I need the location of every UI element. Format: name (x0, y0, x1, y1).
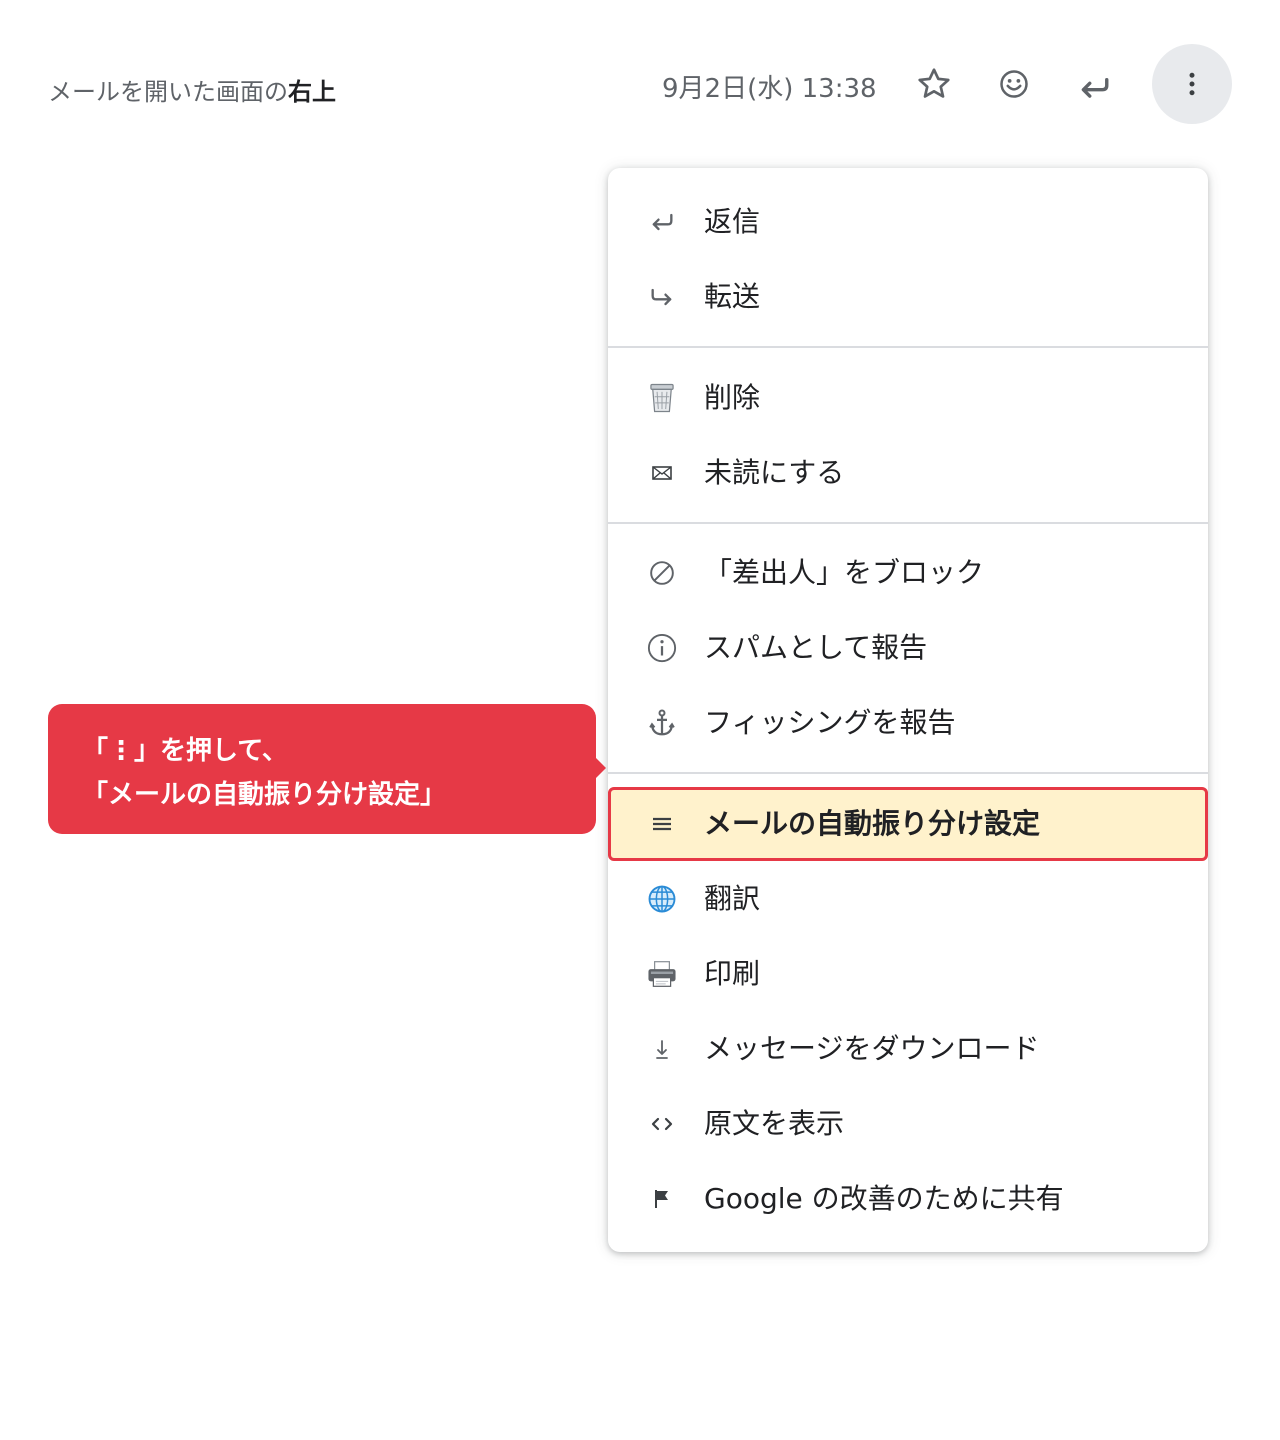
menu-item-label: スパムとして報告 (704, 631, 928, 664)
callout-line-1: 「⋮」を押して、 (82, 736, 288, 766)
code-icon (642, 1104, 682, 1144)
menu-divider (608, 346, 1208, 348)
info-icon (642, 628, 682, 668)
more-options-menu: 返信 転送 削除 未読にする 「差出人」をブロック スパムとして報告 フィッシン… (608, 168, 1208, 1252)
menu-item-label: 原文を表示 (704, 1107, 845, 1140)
download-icon (642, 1029, 682, 1069)
menu-item-label: 転送 (704, 280, 761, 313)
star-button[interactable] (894, 44, 974, 124)
menu-item-label: Google の改善のために共有 (704, 1182, 1064, 1215)
menu-item-report-phishing[interactable]: フィッシングを報告 (608, 686, 1208, 760)
reply-icon (642, 202, 682, 242)
star-outline-icon (918, 68, 950, 98)
menu-item-delete[interactable]: 削除 (608, 361, 1208, 435)
menu-item-label: メッセージをダウンロード (704, 1032, 1040, 1065)
menu-item-forward[interactable]: 転送 (608, 260, 1208, 334)
emoji-reaction-button[interactable] (974, 44, 1054, 124)
anchor-icon (642, 703, 682, 743)
more-vertical-icon (1189, 72, 1195, 96)
envelope-icon (642, 453, 682, 493)
more-options-button[interactable] (1152, 44, 1232, 124)
flag-icon (642, 1179, 682, 1219)
menu-item-share-google[interactable]: Google の改善のために共有 (608, 1162, 1208, 1236)
filter-lines-icon (642, 804, 682, 844)
menu-item-label: 返信 (704, 205, 761, 238)
emoji-smile-icon (1000, 70, 1028, 98)
instruction-callout: 「⋮」を押して、 「メールの自動振り分け設定」 (48, 704, 606, 834)
menu-item-reply[interactable]: 返信 (608, 185, 1208, 259)
menu-item-print[interactable]: 印刷 (608, 937, 1208, 1011)
caption-bold: 右上 (288, 78, 336, 106)
email-header-actions: 9月2日(水) 13:38 (640, 44, 1240, 124)
printer-icon (642, 954, 682, 994)
menu-divider (608, 772, 1208, 774)
menu-item-label: フィッシングを報告 (704, 706, 956, 739)
menu-item-download-message[interactable]: メッセージをダウンロード (608, 1012, 1208, 1086)
globe-icon (642, 879, 682, 919)
menu-item-translate[interactable]: 翻訳 (608, 862, 1208, 936)
email-date: 9月2日(水) 13:38 (662, 74, 877, 104)
menu-item-show-original[interactable]: 原文を表示 (608, 1087, 1208, 1161)
menu-item-label: 削除 (704, 381, 761, 414)
reply-button[interactable] (1054, 44, 1134, 124)
menu-item-label: 未読にする (704, 456, 845, 489)
caption-prefix: メールを開いた画面の (48, 78, 288, 106)
menu-item-filter-messages[interactable]: メールの自動振り分け設定 (608, 787, 1208, 861)
menu-item-label: 翻訳 (704, 882, 761, 915)
menu-item-report-spam[interactable]: スパムとして報告 (608, 611, 1208, 685)
menu-item-label: 「差出人」をブロック (704, 556, 985, 589)
caption: メールを開いた画面の右上 (48, 72, 336, 107)
trash-icon (642, 378, 682, 418)
page: メールを開いた画面の右上 9月2日(水) 13:38 返信 転送 削除 未読にす… (0, 0, 1280, 1440)
menu-divider (608, 522, 1208, 524)
menu-item-mark-unread[interactable]: 未読にする (608, 436, 1208, 510)
menu-item-label: メールの自動振り分け設定 (704, 807, 1041, 840)
callout-line-2: 「メールの自動振り分け設定」 (82, 780, 447, 810)
reply-icon (1081, 78, 1109, 98)
menu-item-block-sender[interactable]: 「差出人」をブロック (608, 536, 1208, 610)
menu-item-label: 印刷 (704, 957, 761, 990)
block-icon (642, 553, 682, 593)
forward-icon (642, 277, 682, 317)
